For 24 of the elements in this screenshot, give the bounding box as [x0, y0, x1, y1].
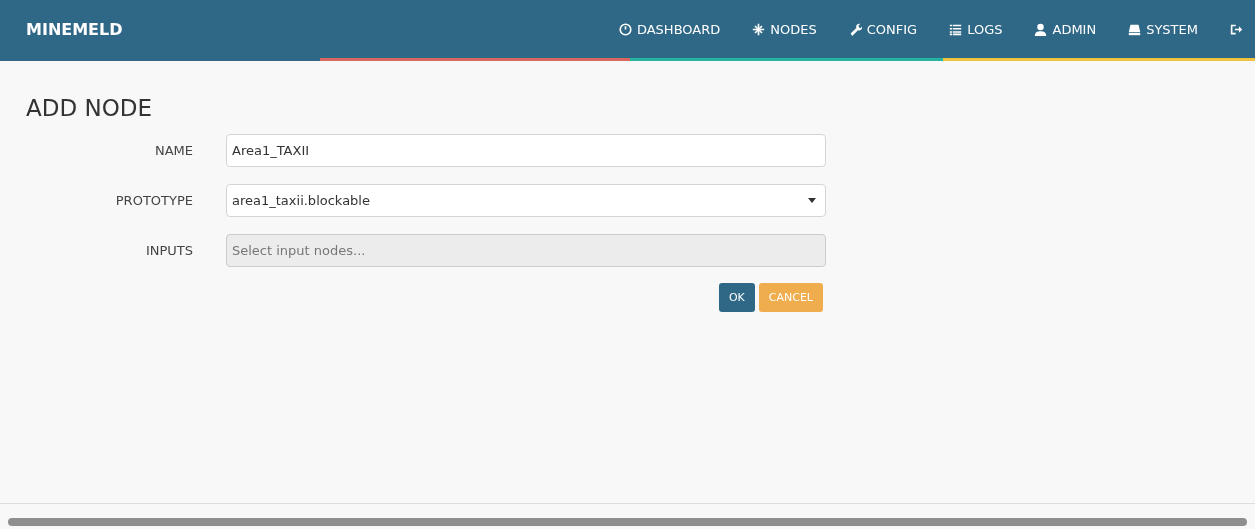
nav-link[interactable]: LOGS: [949, 21, 1003, 37]
scrollbar[interactable]: [8, 518, 1247, 526]
nav-link[interactable]: DASHBOARD: [618, 21, 721, 37]
ok-button[interactable]: OK: [718, 283, 755, 312]
brand-logo[interactable]: MINEMELD: [26, 19, 619, 39]
nav-link[interactable]: ADMIN: [1034, 21, 1097, 37]
field-label: PROTOTYPE: [114, 193, 193, 208]
asterisk-icon: [752, 22, 766, 36]
select-field[interactable]: area1_taxii.blockable: [226, 184, 826, 217]
caret-icon: [808, 198, 816, 203]
drive-icon: [1128, 22, 1142, 36]
field-label: NAME: [153, 143, 193, 158]
input-field[interactable]: Area1_TAXII: [226, 134, 826, 167]
user-icon: [1034, 22, 1048, 36]
nav-link[interactable]: SYSTEM: [1128, 21, 1198, 37]
wrench-icon: [848, 22, 862, 36]
field-label: INPUTS: [144, 243, 193, 258]
gauge-icon: [618, 22, 632, 36]
logout-button[interactable]: [1230, 22, 1243, 36]
list-icon: [949, 22, 963, 36]
nav-link[interactable]: CONFIG: [848, 21, 918, 37]
page-title: ADD NODE: [26, 95, 154, 121]
logout-icon: [1230, 22, 1243, 36]
nav-link[interactable]: NODES: [752, 21, 817, 37]
